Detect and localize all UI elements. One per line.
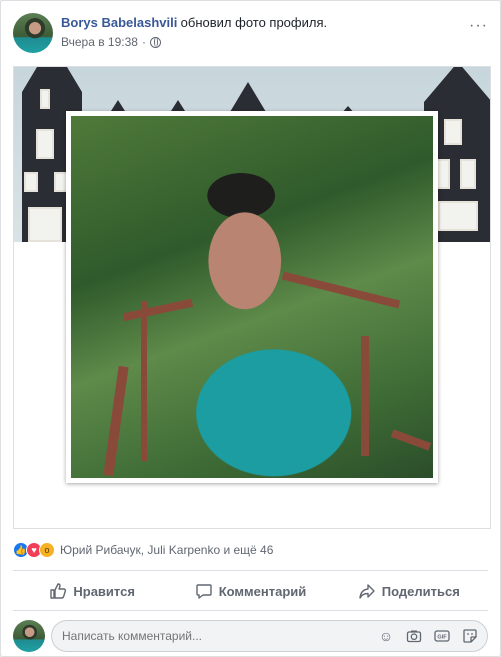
share-button[interactable]: Поделиться xyxy=(330,576,488,606)
share-label: Поделиться xyxy=(381,583,460,599)
sticker-icon[interactable] xyxy=(462,628,478,644)
wow-icon: o xyxy=(39,542,55,558)
author-avatar[interactable] xyxy=(13,13,53,53)
gif-icon[interactable]: GIF xyxy=(434,628,450,644)
camera-icon[interactable] xyxy=(406,628,422,644)
profile-photo-image xyxy=(71,116,433,478)
post-timestamp[interactable]: Вчера в 19:38 xyxy=(61,35,138,49)
comment-tools: ☺ GIF xyxy=(378,628,478,644)
more-options-button[interactable]: ··· xyxy=(469,17,488,35)
like-button[interactable]: Нравится xyxy=(13,576,171,606)
svg-text:GIF: GIF xyxy=(437,635,447,641)
post-meta: Вчера в 19:38 · xyxy=(61,35,327,49)
comment-label: Комментарий xyxy=(218,583,307,599)
share-icon xyxy=(358,582,376,600)
thumbs-up-icon xyxy=(49,582,67,600)
post-header: Borys Babelashvili обновил фото профиля.… xyxy=(13,13,488,55)
author-name[interactable]: Borys Babelashvili xyxy=(61,15,177,30)
user-avatar[interactable] xyxy=(13,620,45,652)
reaction-names[interactable]: Юрий Рибачук, Juli Karpenko и ещё 46 xyxy=(60,543,273,557)
feed-post: Borys Babelashvili обновил фото профиля.… xyxy=(0,0,501,657)
post-action-text: обновил фото профиля. xyxy=(180,15,328,30)
comment-icon xyxy=(195,582,213,600)
meta-separator: · xyxy=(141,35,146,49)
like-label: Нравится xyxy=(73,583,135,599)
comment-composer: ☺ GIF xyxy=(13,620,488,652)
profile-photo[interactable] xyxy=(66,111,438,483)
emoji-icon[interactable]: ☺ xyxy=(378,628,394,644)
globe-icon[interactable] xyxy=(149,36,161,48)
action-bar: Нравится Комментарий Поделиться xyxy=(13,576,488,606)
divider xyxy=(13,570,488,571)
reactions-summary[interactable]: 👍 ♥ o Юрий Рибачук, Juli Karpenko и ещё … xyxy=(13,541,273,559)
comment-button[interactable]: Комментарий xyxy=(171,576,329,606)
post-header-text: Borys Babelashvili обновил фото профиля.… xyxy=(61,15,327,49)
post-media[interactable] xyxy=(13,66,491,529)
divider xyxy=(13,610,488,611)
